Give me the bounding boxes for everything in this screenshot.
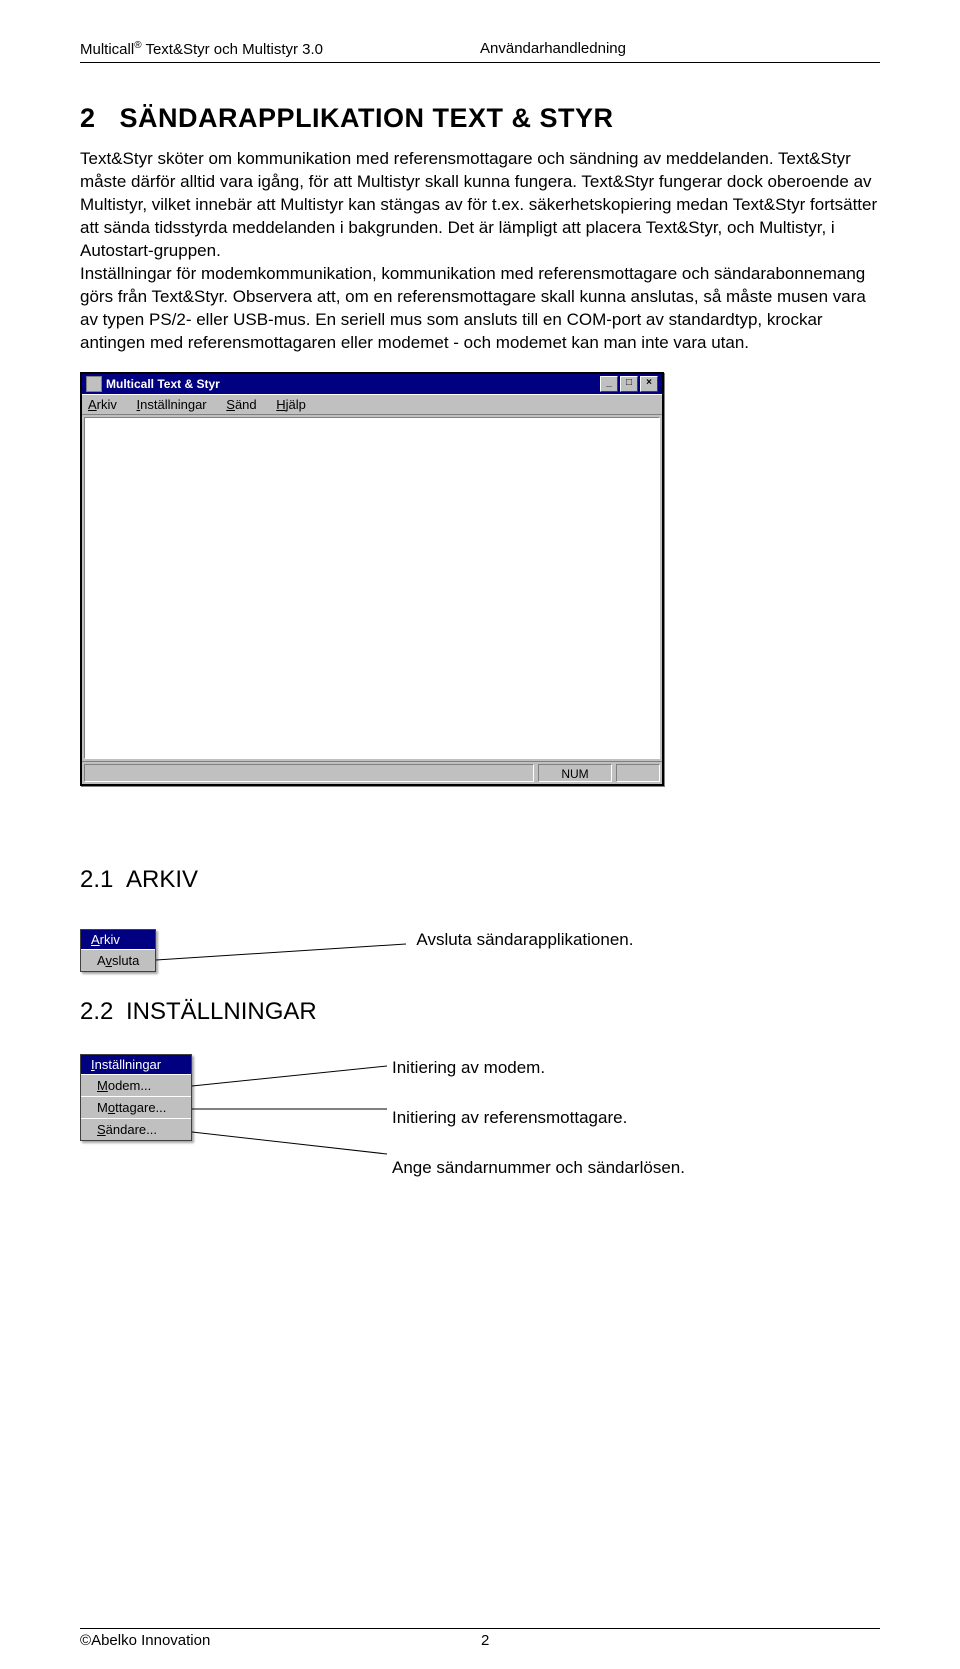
menu-sand[interactable]: Sänd: [226, 397, 256, 412]
arkiv-menu-avsluta[interactable]: Avsluta: [81, 949, 155, 971]
doc-title: Användarhandledning: [480, 40, 626, 58]
product-name: Multicall: [80, 41, 134, 58]
callout-line-icon: [156, 928, 416, 972]
menu-hjalp[interactable]: Hjälp: [276, 397, 306, 412]
inst-menu-modem[interactable]: Modem...: [81, 1074, 191, 1096]
inst-dropdown: Inställningar Modem... Mottagare... Sänd…: [80, 1054, 192, 1141]
product-suffix: Text&Styr och Multistyr 3.0: [142, 41, 323, 58]
menu-arkiv[interactable]: Arkiv: [88, 397, 117, 412]
page-number: 2: [481, 1632, 489, 1649]
maximize-button[interactable]: □: [620, 376, 638, 392]
status-cell-main: [84, 764, 534, 782]
minimize-button[interactable]: _: [600, 376, 618, 392]
arkiv-callout-label: Avsluta sändarapplikationen.: [416, 928, 633, 952]
page-header: Multicall® Text&Styr och Multistyr 3.0 A…: [80, 40, 880, 63]
section-2-body: Text&Styr sköter om kommunikation med re…: [80, 148, 880, 354]
page-footer: ©Abelko Innovation 2: [80, 1628, 880, 1649]
status-numlock: NUM: [538, 764, 612, 782]
callout-lines-icon: [192, 1054, 392, 1174]
inst-menu-header[interactable]: Inställningar: [81, 1055, 191, 1074]
inst-callout-1: Initiering av modem.: [392, 1056, 685, 1080]
app-window-screenshot: Multicall Text & Styr _ □ × Arkiv Instäl…: [80, 372, 664, 786]
trademark-icon: ®: [134, 40, 141, 51]
arkiv-dropdown: Arkiv Avsluta: [80, 929, 156, 972]
inst-menu-sandare[interactable]: Sändare...: [81, 1118, 191, 1140]
status-extra: [616, 764, 660, 782]
inst-callout-3: Ange sändarnummer och sändarlösen.: [392, 1156, 685, 1180]
section-22-heading: 2.2INSTÄLLNINGAR: [80, 998, 880, 1026]
inst-menu-mottagare[interactable]: Mottagare...: [81, 1096, 191, 1118]
app-icon: [86, 376, 102, 392]
menu-installningar[interactable]: Inställningar: [137, 397, 207, 412]
titlebar: Multicall Text & Styr _ □ ×: [82, 374, 662, 394]
arkiv-menu-header[interactable]: Arkiv: [81, 930, 155, 949]
window-title: Multicall Text & Styr: [106, 377, 220, 391]
statusbar: NUM: [82, 761, 662, 784]
client-area: [84, 417, 660, 759]
section-2-heading: 2 SÄNDARAPPLIKATION TEXT & STYR: [80, 103, 880, 134]
close-button[interactable]: ×: [640, 376, 658, 392]
inst-callout-2: Initiering av referensmottagare.: [392, 1106, 685, 1130]
section-21-heading: 2.1ARKIV: [80, 866, 880, 894]
menubar: Arkiv Inställningar Sänd Hjälp: [82, 394, 662, 415]
